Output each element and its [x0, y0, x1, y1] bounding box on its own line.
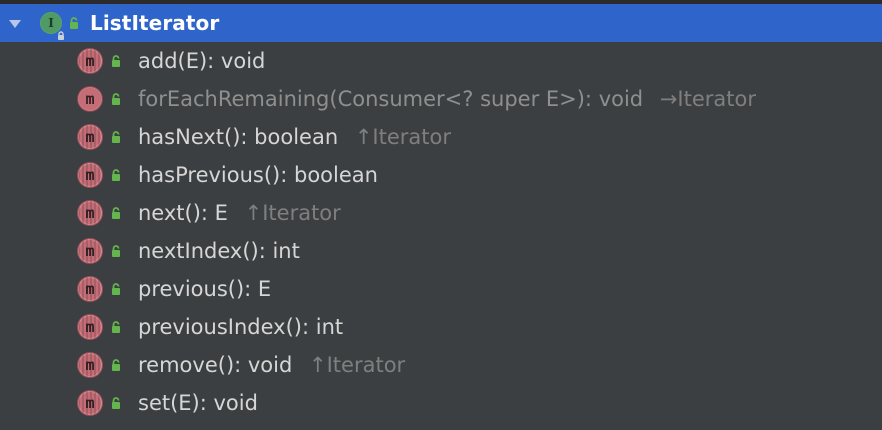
member-text: previousIndex(): int [138, 314, 344, 339]
public-lock-icon [108, 205, 124, 221]
member-text: remove(): void ↑Iterator [138, 352, 406, 377]
public-lock-icon [66, 15, 82, 31]
public-lock-icon [108, 129, 124, 145]
member-name: hasNext(): boolean [138, 124, 339, 149]
member-text: next(): E ↑Iterator [138, 200, 341, 225]
interface-icon: I [40, 12, 64, 40]
public-lock-icon [108, 319, 124, 335]
member-name: remove(): void [138, 352, 293, 377]
member-foreachremaining[interactable]: m forEachRemaining(Consumer<? super E>):… [0, 80, 882, 118]
method-icon: m [78, 277, 102, 301]
public-lock-icon [108, 395, 124, 411]
public-lock-icon [108, 243, 124, 259]
method-icon: m [78, 125, 102, 149]
structure-panel: I ListIterator m add(E): void m forEachR… [0, 0, 882, 430]
member-name: add(E): void [138, 48, 266, 73]
method-icon: m [78, 49, 102, 73]
member-owner: ↑Iterator [309, 352, 406, 377]
method-icon: m [78, 239, 102, 263]
member-hasnext[interactable]: m hasNext(): boolean ↑Iterator [0, 118, 882, 156]
member-text: hasNext(): boolean ↑Iterator [138, 124, 451, 149]
public-lock-icon [108, 357, 124, 373]
member-text: add(E): void [138, 48, 266, 73]
member-hasprevious[interactable]: m hasPrevious(): boolean [0, 156, 882, 194]
method-icon: m [78, 391, 102, 415]
public-lock-icon [108, 167, 124, 183]
member-owner: ↑Iterator [244, 200, 341, 225]
method-icon: m [78, 201, 102, 225]
member-owner: →Iterator [659, 86, 756, 111]
list-iterator-row[interactable]: I ListIterator [0, 4, 882, 42]
member-text: nextIndex(): int [138, 238, 300, 263]
method-icon: m [78, 315, 102, 339]
member-name: set(E): void [138, 390, 258, 415]
public-lock-icon [108, 91, 124, 107]
member-name: previous(): E [138, 276, 272, 301]
public-lock-icon [108, 281, 124, 297]
member-next[interactable]: m next(): E ↑Iterator [0, 194, 882, 232]
member-nextindex[interactable]: m nextIndex(): int [0, 232, 882, 270]
member-name: hasPrevious(): boolean [138, 162, 378, 187]
member-owner: ↑Iterator [354, 124, 451, 149]
member-add[interactable]: m add(E): void [0, 42, 882, 80]
member-previousindex[interactable]: m previousIndex(): int [0, 308, 882, 346]
member-text: hasPrevious(): boolean [138, 162, 378, 187]
member-previous[interactable]: m previous(): E [0, 270, 882, 308]
public-lock-icon [108, 53, 124, 69]
member-text: previous(): E [138, 276, 272, 301]
page-title: ListIterator [90, 11, 220, 35]
member-list: m add(E): void m forEachRemaining(Consum… [0, 42, 882, 422]
member-name: previousIndex(): int [138, 314, 344, 339]
method-icon: m [78, 163, 102, 187]
method-icon: m [78, 87, 102, 111]
collapse-arrow-icon[interactable] [8, 16, 22, 30]
member-text: set(E): void [138, 390, 258, 415]
member-text: forEachRemaining(Consumer<? super E>): v… [138, 86, 756, 111]
small-lock-icon [56, 26, 66, 40]
member-name: forEachRemaining(Consumer<? super E>): v… [138, 86, 644, 111]
member-remove[interactable]: m remove(): void ↑Iterator [0, 346, 882, 384]
member-name: next(): E [138, 200, 228, 225]
member-set[interactable]: m set(E): void [0, 384, 882, 422]
method-icon: m [78, 353, 102, 377]
member-name: nextIndex(): int [138, 238, 300, 263]
